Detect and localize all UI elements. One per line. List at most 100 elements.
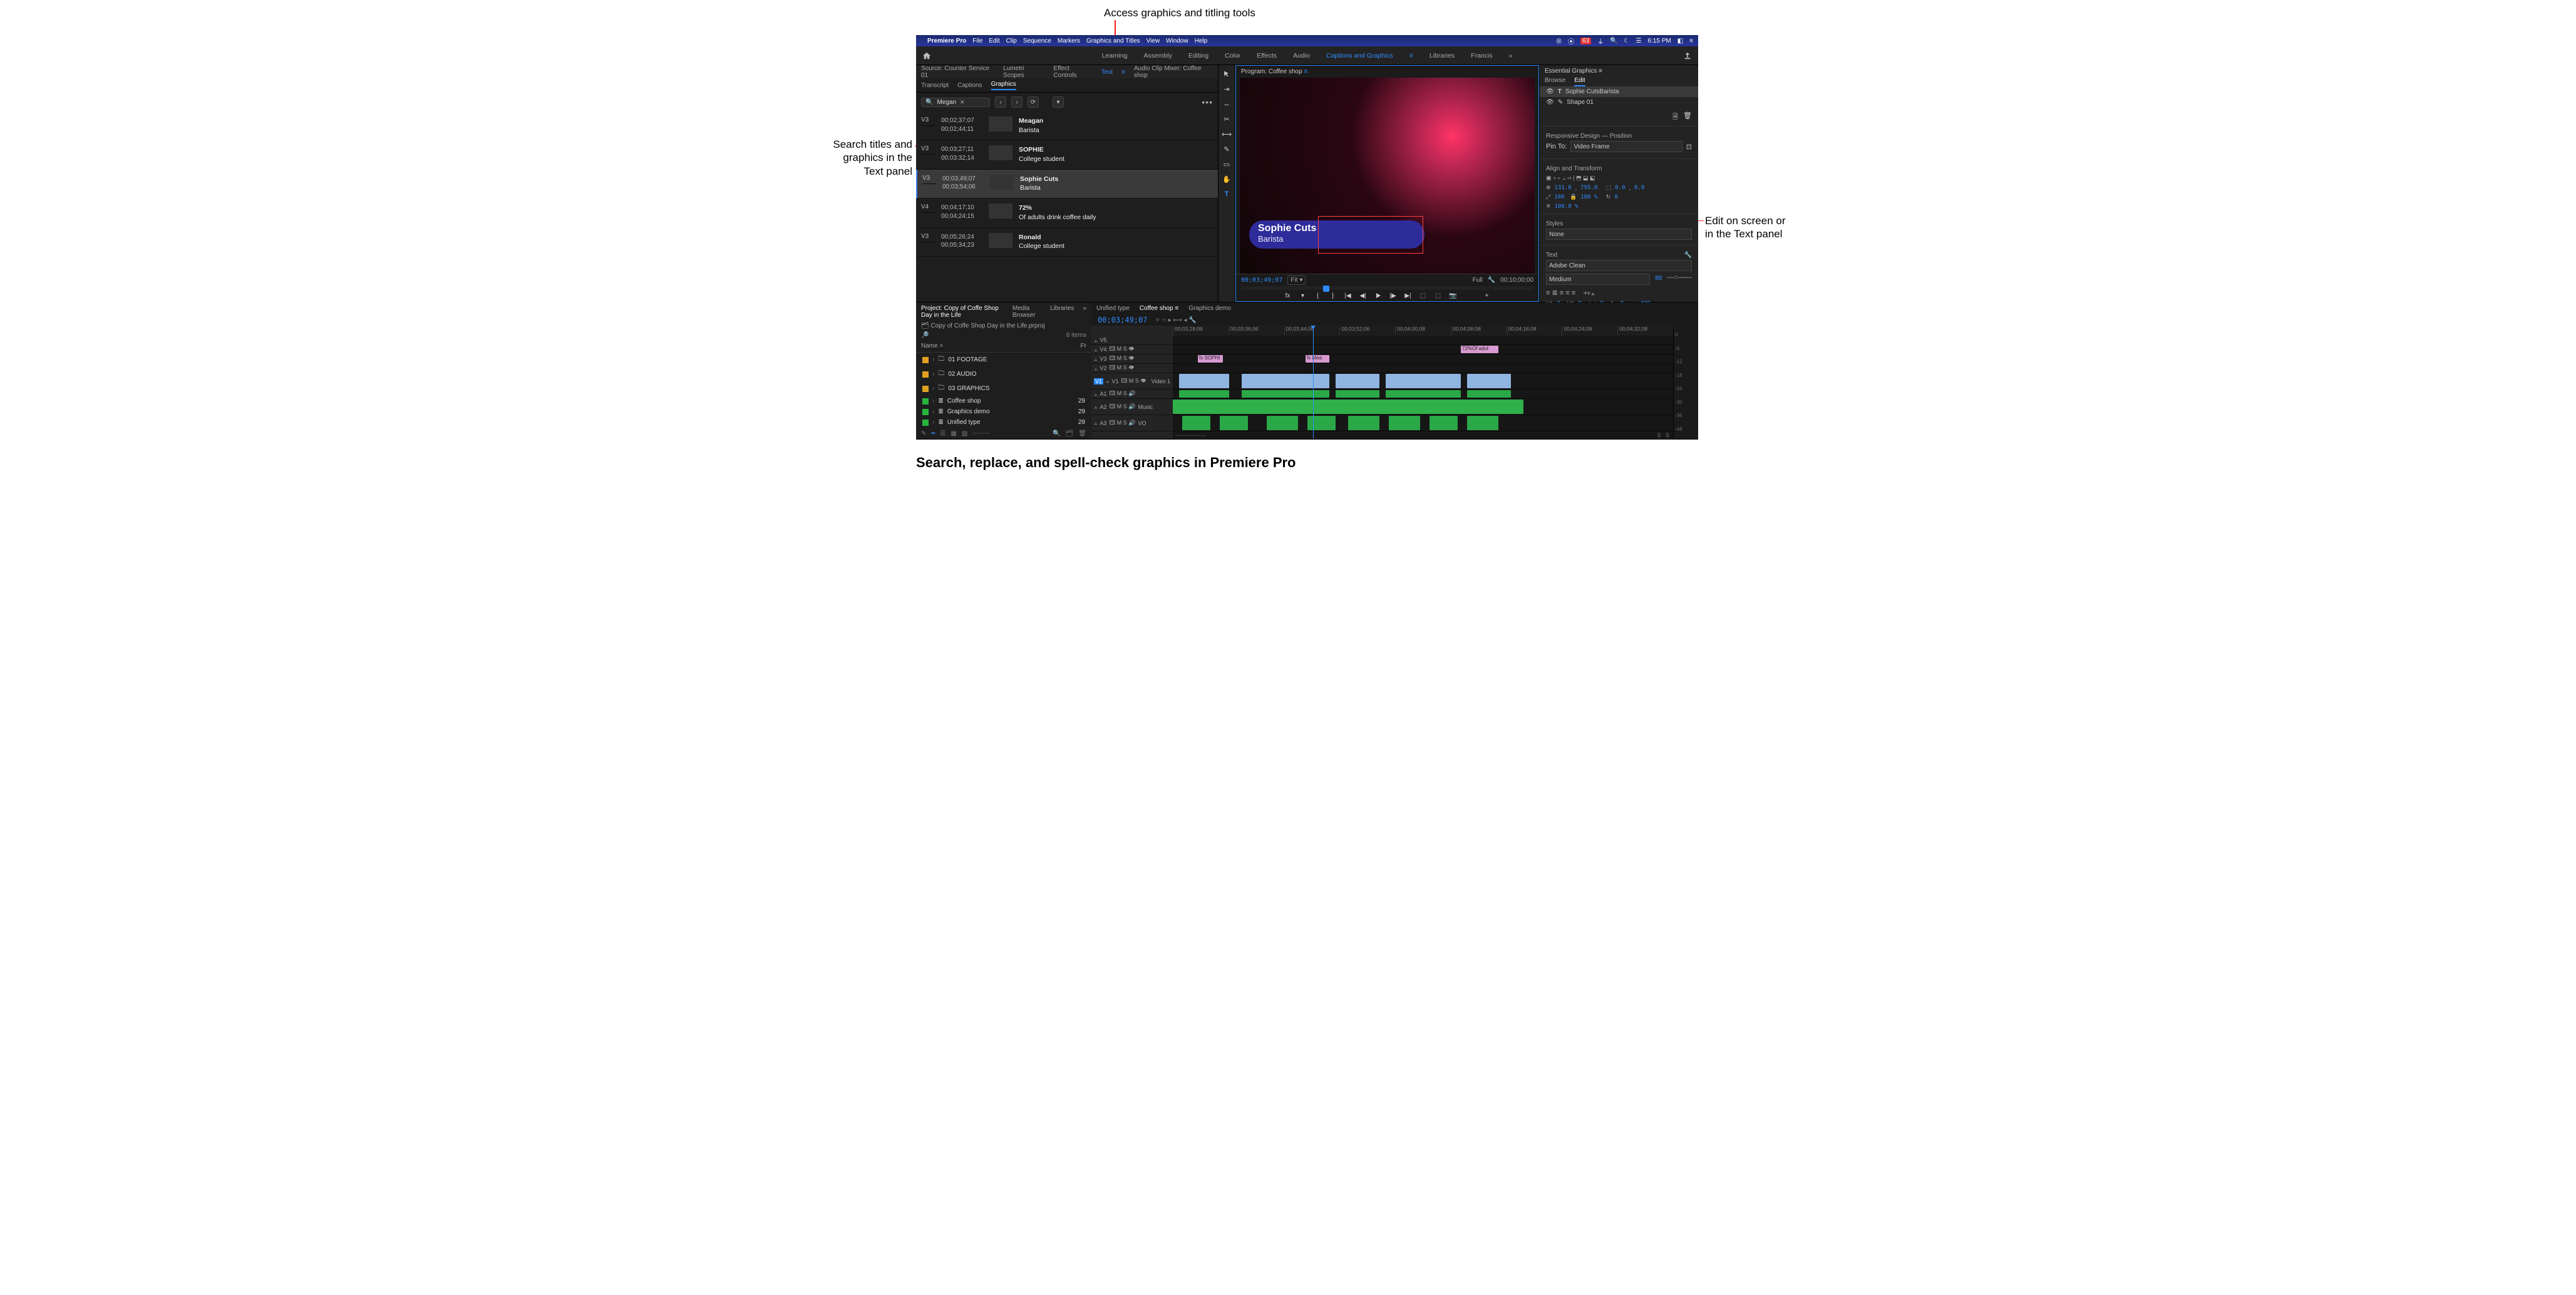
timeline-settings-icons[interactable]: ✧ ∩ ▸ ⟷ ◂ 🔧 bbox=[1155, 317, 1196, 324]
razor-tool-icon[interactable]: ✂ bbox=[1222, 114, 1232, 124]
menu-window[interactable]: Window bbox=[1166, 38, 1188, 44]
seq-tab-unified[interactable]: Unified type bbox=[1096, 305, 1130, 312]
timeline-timecode[interactable]: 00;03;49;07 bbox=[1098, 316, 1147, 324]
program-scrubber[interactable] bbox=[1241, 286, 1533, 290]
project-item[interactable]: › 🗀 02 AUDIO bbox=[916, 367, 1091, 381]
program-monitor[interactable]: Sophie Cuts Barista bbox=[1240, 78, 1535, 274]
vo-clip[interactable] bbox=[1467, 416, 1498, 430]
status-controlcenter-icon[interactable]: ☰ bbox=[1636, 38, 1641, 44]
tab-effectcontrols[interactable]: Effect Controls bbox=[1053, 65, 1092, 79]
filter-button[interactable]: ▾ bbox=[1053, 96, 1064, 108]
disclosure-icon[interactable]: › bbox=[932, 356, 934, 363]
font-weight-select[interactable]: Medium bbox=[1546, 274, 1650, 285]
workspace-francis[interactable]: Francis bbox=[1471, 52, 1492, 59]
time-ruler[interactable]: 00;03;28;0600;03;36;0600;03;44;0600;03;5… bbox=[1173, 326, 1673, 336]
menu-help[interactable]: Help bbox=[1195, 38, 1208, 44]
audio-clip[interactable] bbox=[1179, 390, 1229, 398]
step-back-button[interactable]: ◀| bbox=[1359, 291, 1368, 300]
graphics-list-item[interactable]: V3 00;03;27;1100;03;32;14 SOPHIE College… bbox=[916, 140, 1218, 169]
icon-view-icon[interactable]: ▦ bbox=[951, 430, 956, 437]
timeline-zoom-slider[interactable]: S S bbox=[1653, 432, 1673, 438]
pos-y[interactable]: 795.0 bbox=[1580, 185, 1597, 191]
freeform-view-icon[interactable]: ▧ bbox=[962, 430, 967, 437]
project-item[interactable]: › ≣ Coffee shop 29 bbox=[916, 396, 1091, 406]
audio-clip[interactable] bbox=[1242, 390, 1329, 398]
font-size[interactable]: 88 bbox=[1652, 274, 1664, 285]
find-icon[interactable]: 🔍 bbox=[1053, 430, 1060, 437]
disclosure-icon[interactable]: › bbox=[932, 419, 934, 426]
layer-text-row[interactable]: 👁 T Sophie CutsBarista bbox=[1540, 86, 1698, 97]
visibility-toggle-icon[interactable]: 👁 bbox=[1546, 88, 1554, 95]
audio-clip[interactable] bbox=[1386, 390, 1461, 398]
style-select[interactable]: None bbox=[1546, 229, 1692, 240]
menu-view[interactable]: View bbox=[1146, 38, 1160, 44]
list-view-icon[interactable]: ☰ bbox=[940, 430, 945, 437]
program-timecode[interactable]: 00;03;49;07 bbox=[1241, 277, 1282, 284]
music-clip[interactable] bbox=[1173, 400, 1523, 414]
audio-clip[interactable] bbox=[1336, 390, 1379, 398]
workspace-captions-graphics[interactable]: Captions and Graphics bbox=[1326, 52, 1393, 59]
scale-w[interactable]: 100 bbox=[1554, 194, 1564, 200]
menu-graphics-titles[interactable]: Graphics and Titles bbox=[1086, 38, 1140, 44]
workspace-editing[interactable]: Editing bbox=[1188, 52, 1208, 59]
wrench-icon[interactable]: 🔧 bbox=[1684, 252, 1692, 259]
mark-in-icon[interactable]: { bbox=[1314, 291, 1322, 300]
extract-button[interactable]: ⬚ bbox=[1434, 291, 1443, 300]
paragraph-align-buttons[interactable]: ≡ ≣ ≡ ≡ ≡ ⫞⫟⫠ bbox=[1540, 287, 1698, 299]
app-menu[interactable]: Premiere Pro bbox=[927, 38, 966, 44]
track-v3[interactable]: V3 bbox=[1100, 356, 1106, 362]
eg-tab-edit[interactable]: Edit bbox=[1574, 77, 1585, 86]
workspace-audio[interactable]: Audio bbox=[1293, 52, 1310, 59]
workspace-libraries[interactable]: Libraries bbox=[1430, 52, 1455, 59]
clip-v3-sophie[interactable]: fx SOPHI bbox=[1198, 355, 1223, 363]
settings-icon[interactable]: 🔧 bbox=[1488, 277, 1495, 284]
delete-layer-icon[interactable]: 🗑 bbox=[1683, 111, 1692, 123]
replace-button[interactable]: ⟳ bbox=[1028, 96, 1039, 108]
ripple-tool-icon[interactable]: ↔ bbox=[1222, 99, 1232, 109]
workspace-learning[interactable]: Learning bbox=[1102, 52, 1128, 59]
tab-lumetri[interactable]: Lumetri Scopes bbox=[1003, 65, 1044, 79]
slip-tool-icon[interactable]: ⟷ bbox=[1222, 129, 1232, 139]
timeline-tracks[interactable]: 00;03;28;0600;03;36;0600;03;44;0600;03;5… bbox=[1173, 326, 1673, 438]
status-dnd-icon[interactable]: ☾ bbox=[1624, 38, 1630, 44]
hand-tool-icon[interactable]: ✋ bbox=[1222, 174, 1232, 184]
opacity[interactable]: 100.0 % bbox=[1555, 204, 1579, 210]
export-frame-button[interactable]: 📷 bbox=[1449, 291, 1458, 300]
button-editor-icon[interactable]: + bbox=[1483, 291, 1492, 300]
graphics-list-item[interactable]: V3 00;05;26;2400;05;34;23 Ronald College… bbox=[916, 228, 1218, 257]
graphics-list-item[interactable]: V3 00;03;49;0700;03;54;06 Sophie Cuts Ba… bbox=[916, 170, 1218, 199]
home-icon[interactable] bbox=[922, 51, 931, 60]
project-item[interactable]: › 🗀 03 GRAPHICS bbox=[916, 381, 1091, 396]
project-item[interactable]: › 🗀 01 FOOTAGE bbox=[916, 353, 1091, 367]
status-notif-icon[interactable]: ≡ bbox=[1689, 38, 1693, 44]
scale-h[interactable]: 100 % bbox=[1580, 194, 1597, 200]
tab-libraries[interactable]: Libraries bbox=[1050, 305, 1074, 319]
col-framerate[interactable]: Fr bbox=[1081, 343, 1086, 349]
track-v4[interactable]: V4 bbox=[1100, 346, 1106, 353]
video-clip[interactable] bbox=[1336, 374, 1379, 388]
status-siri-icon[interactable]: ◧ bbox=[1677, 38, 1683, 44]
seq-tab-graphics-demo[interactable]: Graphics demo bbox=[1188, 305, 1231, 312]
menu-clip[interactable]: Clip bbox=[1006, 38, 1017, 44]
new-bin-icon[interactable]: 🗂 bbox=[1066, 430, 1074, 437]
quick-export-icon[interactable] bbox=[1683, 51, 1692, 60]
new-layer-icon[interactable]: 🗎 bbox=[1672, 111, 1678, 123]
vo-clip[interactable] bbox=[1389, 416, 1420, 430]
subtab-transcript[interactable]: Transcript bbox=[921, 82, 949, 89]
align-buttons[interactable]: ▣ ⫞ ⫟ ⫠ ⫤ | ⬒ ⬓ ⬕ bbox=[1540, 173, 1698, 183]
workspace-overflow[interactable]: » bbox=[1509, 52, 1513, 59]
disclosure-icon[interactable]: › bbox=[932, 408, 934, 415]
subtab-captions[interactable]: Captions bbox=[957, 82, 982, 89]
workspace-color[interactable]: Color bbox=[1225, 52, 1240, 59]
rotation[interactable]: 0 bbox=[1614, 194, 1617, 200]
project-item[interactable]: › ≣ Graphics demo 29 bbox=[916, 406, 1091, 417]
anchor-y[interactable]: 0.0 bbox=[1634, 185, 1644, 191]
track-v1[interactable]: V1 bbox=[1111, 378, 1118, 384]
track-a1[interactable]: A1 bbox=[1100, 391, 1106, 397]
pin-widget-icon[interactable]: ⊡ bbox=[1686, 143, 1692, 151]
track-select-tool-icon[interactable]: ⇥ bbox=[1222, 84, 1232, 94]
menu-markers[interactable]: Markers bbox=[1058, 38, 1080, 44]
selection-tool-icon[interactable] bbox=[1222, 69, 1232, 79]
project-item[interactable]: › ≣ Unified type 29 bbox=[916, 417, 1091, 428]
tab-media-browser[interactable]: Media Browser bbox=[1012, 305, 1041, 319]
